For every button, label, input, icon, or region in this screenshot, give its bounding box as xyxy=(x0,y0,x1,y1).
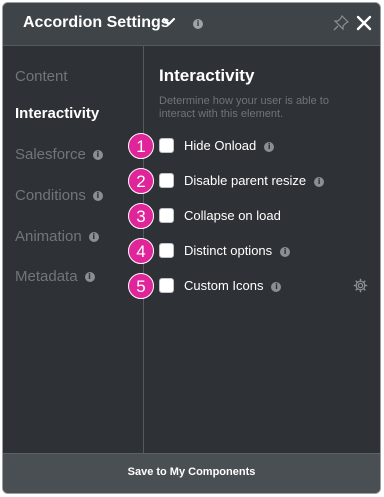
sidebar-item-salesforce[interactable]: Salesforce i xyxy=(15,146,103,163)
info-icon: i xyxy=(88,232,99,242)
step-badge: 1 xyxy=(128,133,154,159)
info-icon: i xyxy=(84,272,95,282)
panel-header: Accordion Settings i xyxy=(3,3,380,46)
save-to-my-components-button[interactable]: Save to My Components xyxy=(3,466,380,478)
sidebar-item-label: Salesforce xyxy=(15,146,86,163)
step-badge: 4 xyxy=(128,238,154,264)
info-icon: i xyxy=(264,142,275,152)
disable-parent-resize-checkbox[interactable] xyxy=(159,173,174,188)
sidebar-nav: Content Interactivity Salesforce i Condit… xyxy=(3,46,144,455)
settings-panel: Accordion Settings i Content Interactivi… xyxy=(2,2,381,494)
step-badge: 3 xyxy=(128,203,154,229)
close-icon[interactable] xyxy=(355,14,373,32)
option-hide-onload: 1 Hide Onload i xyxy=(128,133,379,159)
hide-onload-checkbox[interactable] xyxy=(159,138,174,153)
step-badge: 5 xyxy=(128,273,154,299)
option-label: Custom Icons i xyxy=(184,278,282,293)
option-label: Distinct options i xyxy=(184,243,291,258)
sidebar-item-interactivity[interactable]: Interactivity xyxy=(15,105,99,122)
sidebar-item-content[interactable]: Content xyxy=(15,68,68,85)
content-area: Interactivity Determine how your user is… xyxy=(128,46,380,455)
option-disable-parent-resize: 2 Disable parent resize i xyxy=(128,168,379,194)
sidebar-item-label: Content xyxy=(15,68,68,85)
custom-icons-checkbox[interactable] xyxy=(159,278,174,293)
chevron-down-icon[interactable] xyxy=(162,15,176,29)
info-icon: i xyxy=(92,191,103,201)
info-icon: i xyxy=(271,282,282,292)
sidebar-item-label: Interactivity xyxy=(15,105,100,122)
section-title: Interactivity xyxy=(159,66,255,85)
collapse-on-load-checkbox[interactable] xyxy=(159,208,174,223)
sidebar-item-conditions[interactable]: Conditions i xyxy=(15,187,103,204)
option-label: Collapse on load xyxy=(184,208,281,223)
gear-icon[interactable] xyxy=(353,278,368,293)
info-icon: i xyxy=(92,150,103,160)
sidebar-item-label: Metadata xyxy=(15,268,78,285)
distinct-options-checkbox[interactable] xyxy=(159,243,174,258)
step-badge: 2 xyxy=(128,168,154,194)
option-collapse-on-load: 3 Collapse on load xyxy=(128,203,379,229)
panel-title[interactable]: Accordion Settings xyxy=(23,14,170,32)
option-label: Disable parent resize i xyxy=(184,173,325,188)
option-label: Hide Onload i xyxy=(184,138,275,153)
info-icon: i xyxy=(280,247,291,257)
sidebar-item-animation[interactable]: Animation i xyxy=(15,228,99,245)
option-custom-icons: 5 Custom Icons i xyxy=(128,273,379,299)
info-icon: i xyxy=(193,19,203,29)
sidebar-item-metadata[interactable]: Metadata i xyxy=(15,268,95,285)
info-icon: i xyxy=(314,177,325,187)
section-description: Determine how your user is able to inter… xyxy=(159,95,329,120)
option-distinct-options: 4 Distinct options i xyxy=(128,238,379,264)
panel-footer: Save to My Components xyxy=(3,453,380,493)
pin-icon[interactable] xyxy=(333,15,349,31)
sidebar-item-label: Animation xyxy=(15,228,82,245)
sidebar-item-label: Conditions xyxy=(15,187,86,204)
